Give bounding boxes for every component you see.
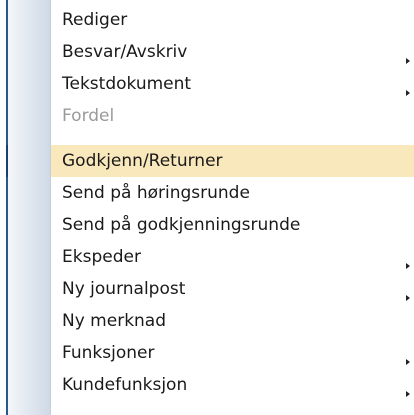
- menu-item-send-pa-godkjenningsrunde[interactable]: Send på godkjenningsrunde: [51, 209, 414, 241]
- highlight-marker: [6, 145, 8, 177]
- menu-item-ekspeder[interactable]: Ekspeder: [51, 241, 414, 273]
- menu-item-label: Funksjoner: [62, 343, 155, 363]
- menu-item-label: Send på godkjenningsrunde: [62, 215, 301, 235]
- context-menu: Rediger Besvar/Avskriv Tekstdokument For…: [0, 0, 414, 415]
- menu-item-ny-journalpost[interactable]: Ny journalpost: [51, 273, 414, 305]
- menu-item-funksjoner[interactable]: Funksjoner: [51, 337, 414, 369]
- submenu-arrow-icon: [406, 58, 410, 64]
- menu-item-godkjenn-returner[interactable]: Godkjenn/Returner: [51, 145, 414, 177]
- menu-item-rediger[interactable]: Rediger: [51, 4, 414, 36]
- menu-item-label: Rediger: [62, 10, 128, 30]
- menu-item-label: Besvar/Avskriv: [62, 42, 188, 62]
- menu-item-label: Ny journalpost: [62, 279, 186, 299]
- menu-icon-gutter: [8, 0, 50, 415]
- menu-item-label: Kundefunksjon: [62, 375, 188, 395]
- menu-item-label: Ny merknad: [62, 311, 167, 331]
- menu-item-label: Send på høringsrunde: [62, 183, 250, 203]
- menu-item-tekstdokument[interactable]: Tekstdokument: [51, 68, 414, 100]
- submenu-arrow-icon: [406, 90, 410, 96]
- submenu-arrow-icon: [406, 263, 410, 269]
- submenu-arrow-icon: [406, 295, 410, 301]
- menu-item-kundefunksjon[interactable]: Kundefunksjon: [51, 369, 414, 401]
- menu-item-send-pa-horingsrunde[interactable]: Send på høringsrunde: [51, 177, 414, 209]
- menu-item-fordel: Fordel: [51, 100, 414, 132]
- menu-item-besvar-avskriv[interactable]: Besvar/Avskriv: [51, 36, 414, 68]
- menu-item-label: Godkjenn/Returner: [62, 151, 223, 171]
- menu-item-ny-merknad[interactable]: Ny merknad: [51, 305, 414, 337]
- menu-item-label: Tekstdokument: [62, 74, 192, 94]
- menu-item-label: Fordel: [62, 106, 115, 126]
- menu-item-label: Ekspeder: [62, 247, 141, 267]
- submenu-arrow-icon: [406, 359, 410, 365]
- submenu-arrow-icon: [406, 391, 410, 397]
